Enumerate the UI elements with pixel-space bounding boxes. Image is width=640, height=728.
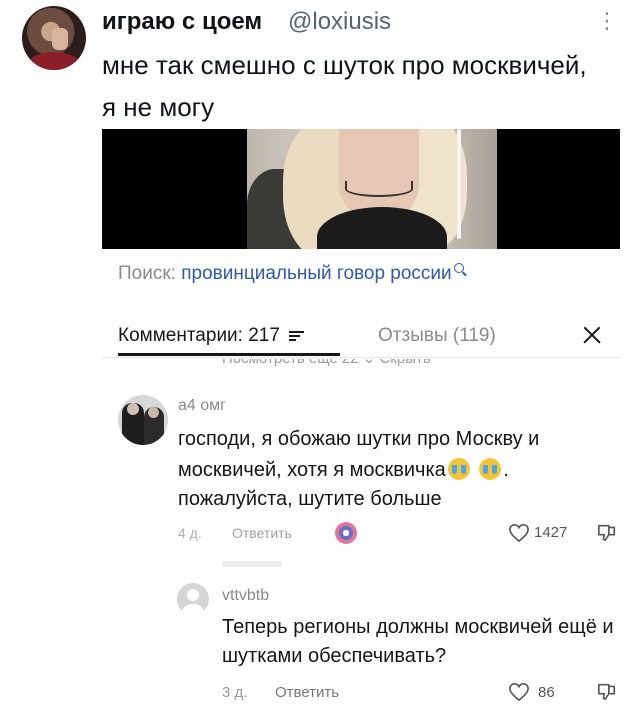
video-thumbnail bbox=[247, 129, 497, 249]
sort-icon[interactable] bbox=[289, 330, 305, 341]
like-count: 1427 bbox=[534, 524, 568, 541]
tab-reviews[interactable]: Отзывы (119) bbox=[378, 325, 496, 347]
tweet-text: мне так смешно с шуток про москвичей, я … bbox=[102, 50, 587, 122]
close-icon[interactable] bbox=[580, 323, 604, 347]
reply-button[interactable]: Ответить bbox=[232, 525, 292, 541]
comment-time: 4 д. bbox=[178, 525, 202, 541]
creator-liked-avatar bbox=[335, 522, 357, 544]
dislike-icon[interactable] bbox=[596, 681, 618, 701]
comment-text: господи, я обожаю шутки про Москву и мос… bbox=[178, 428, 540, 510]
tab-comments[interactable]: Комментарии: 217 bbox=[118, 325, 305, 347]
tab-comments-label: Комментарии: 217 bbox=[118, 325, 280, 346]
like-count: 86 bbox=[538, 684, 555, 701]
view-replies-cut bbox=[222, 561, 282, 567]
search-query-link[interactable]: провинциальный говор россии bbox=[181, 263, 451, 284]
comment-text: Теперь регионы должны москвичей ещё и шу… bbox=[222, 616, 614, 667]
active-tab-indicator bbox=[118, 353, 340, 356]
search-label: Поиск: bbox=[118, 263, 176, 284]
loudly-crying-face-icon bbox=[479, 458, 502, 480]
commenter-avatar[interactable] bbox=[118, 395, 168, 445]
author-display-name[interactable]: играю с цоем bbox=[102, 8, 262, 36]
attached-screenshot[interactable]: Поиск: провинциальный говор россии Комме… bbox=[102, 129, 620, 728]
search-icon bbox=[453, 263, 464, 273]
dislike-icon[interactable] bbox=[596, 522, 618, 542]
loudly-crying-face-icon bbox=[447, 458, 470, 480]
comment-username[interactable]: а4 омг bbox=[178, 397, 226, 415]
tabs-divider bbox=[102, 357, 620, 358]
heart-icon[interactable] bbox=[508, 682, 530, 702]
reply-button[interactable]: Ответить bbox=[275, 684, 339, 701]
view-more-replies-cut: Посмотреть еще 22 ⌄ Скрыть bbox=[222, 359, 431, 367]
author-avatar[interactable] bbox=[22, 6, 86, 70]
video-frame bbox=[102, 129, 620, 249]
comment-time: 3 д. bbox=[222, 684, 248, 701]
commenter-avatar[interactable] bbox=[177, 583, 209, 615]
comment-username[interactable]: vttvbtb bbox=[222, 587, 269, 605]
author-handle[interactable]: @loxiusis bbox=[288, 8, 391, 36]
more-vertical-icon[interactable]: ⋮ bbox=[596, 10, 618, 32]
search-suggestion[interactable]: Поиск: провинциальный говор россии bbox=[118, 263, 464, 285]
heart-icon[interactable] bbox=[508, 523, 530, 543]
comment-tabs: Комментарии: 217 Отзывы (119) bbox=[102, 313, 620, 356]
